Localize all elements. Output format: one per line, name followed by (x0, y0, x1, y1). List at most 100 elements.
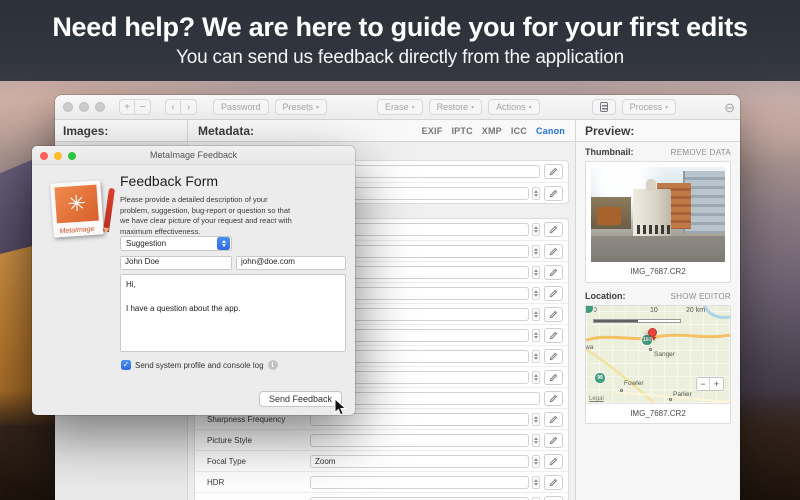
dialog-titlebar[interactable]: MetaImage Feedback (32, 146, 355, 165)
pencil-icon (549, 373, 558, 381)
map-zoom-in-button[interactable]: + (710, 378, 723, 390)
metadata-value-field[interactable] (310, 433, 529, 447)
dialog-title: MetaImage Feedback (149, 150, 238, 160)
value-stepper[interactable] (532, 328, 540, 342)
value-stepper[interactable] (532, 286, 540, 300)
value-stepper[interactable] (532, 412, 540, 426)
tab-canon[interactable]: Canon (536, 126, 565, 136)
value-stepper[interactable] (532, 433, 540, 447)
edit-field-button[interactable] (544, 243, 563, 259)
metadata-panel-title: Metadata: (198, 123, 255, 138)
dialog-window-controls (40, 152, 76, 160)
process-label: Process (629, 102, 663, 112)
edit-field-button[interactable] (544, 327, 563, 343)
minimize-window-button[interactable] (79, 102, 89, 112)
edit-field-button[interactable] (544, 432, 563, 448)
tab-xmp[interactable]: XMP (482, 126, 502, 136)
metadata-value-field[interactable] (310, 475, 529, 489)
value-stepper[interactable] (532, 186, 540, 200)
tab-iptc[interactable]: IPTC (451, 126, 472, 136)
window-controls[interactable] (63, 102, 105, 112)
metadata-row-label: Focal Type (207, 456, 246, 466)
pencil-icon (549, 415, 558, 423)
town-label-fowler: Fowler (624, 380, 644, 387)
edit-field-button[interactable] (544, 285, 563, 301)
close-window-button[interactable] (63, 102, 73, 112)
send-feedback-button[interactable]: Send Feedback (258, 391, 342, 407)
edit-field-button[interactable] (544, 264, 563, 280)
edit-field-button[interactable] (544, 306, 563, 322)
message-textarea[interactable]: Hi, I have a question about the app. (120, 274, 346, 352)
location-map[interactable]: 0 10 20 km 180 99 alwa Sanger Fowler Par… (586, 306, 730, 403)
metadata-row: Focal Type Zoom (195, 450, 568, 471)
metadata-value-field[interactable] (310, 496, 529, 500)
email-field[interactable]: john@doe.com (236, 256, 346, 270)
edit-field-button[interactable] (544, 348, 563, 364)
zoom-dialog-button[interactable] (68, 152, 76, 160)
value-stepper[interactable] (532, 244, 540, 258)
restore-button[interactable]: Restore ▾ (428, 99, 483, 115)
main-toolbar: + − ‹ › Password Presets ▾ Erase ▾ Restore… (55, 95, 740, 120)
back-button[interactable]: ‹ (165, 99, 181, 115)
metadata-value-field[interactable]: Zoom (310, 454, 529, 468)
town-dot (620, 389, 623, 392)
edit-field-button[interactable] (544, 453, 563, 469)
feedback-category-select[interactable]: Suggestion (120, 236, 232, 251)
forward-button[interactable]: › (181, 99, 197, 115)
view-options-button[interactable] (591, 99, 616, 115)
edit-field-button[interactable] (544, 390, 563, 406)
banner-subtitle: You can send us feedback directly from t… (176, 47, 624, 68)
value-stepper[interactable] (532, 307, 540, 321)
pencil-icon (549, 189, 558, 197)
map-legal-link[interactable]: Legal (589, 396, 604, 402)
close-dialog-button[interactable] (40, 152, 48, 160)
route-99-shield-icon: 99 (594, 372, 606, 384)
info-icon[interactable]: i (267, 360, 278, 370)
value-stepper[interactable] (532, 496, 540, 500)
panel-header-row: Images: Metadata: EXIF IPTC XMP ICC Canon Pr… (55, 120, 740, 142)
edit-field-button[interactable] (544, 164, 563, 179)
feedback-form-heading: Feedback Form (120, 173, 219, 189)
zoom-window-button[interactable] (95, 102, 105, 112)
thumbnail-card: IMG_7687.CR2 (585, 161, 731, 283)
name-field[interactable]: John Doe (120, 256, 232, 270)
map-zoom-out-button[interactable]: − (697, 378, 710, 390)
map-zoom-controls: − + (696, 377, 724, 391)
flower-icon: ✳ (66, 190, 87, 217)
presets-button[interactable]: Presets ▾ (274, 99, 328, 115)
edit-field-button[interactable] (544, 185, 563, 201)
value-stepper[interactable] (532, 223, 540, 236)
edit-field-button[interactable] (544, 411, 563, 427)
value-stepper[interactable] (532, 265, 540, 279)
photo-street (591, 236, 725, 262)
actions-button[interactable]: Actions ▾ (488, 99, 540, 115)
thumbnail-photo[interactable] (591, 167, 725, 262)
pencil-icon (549, 394, 558, 402)
show-editor-button[interactable]: SHOW EDITOR (671, 292, 732, 301)
pencil-icon (549, 331, 558, 339)
erase-all-icon[interactable]: ⊖ (724, 101, 735, 114)
preview-panel-title: Preview: (585, 123, 635, 138)
password-button[interactable]: Password (213, 99, 269, 115)
tab-exif[interactable]: EXIF (422, 126, 443, 136)
add-image-button[interactable]: + (119, 99, 135, 115)
remove-data-button[interactable]: REMOVE DATA (671, 148, 731, 157)
value-stepper[interactable] (532, 475, 540, 489)
tab-icc[interactable]: ICC (511, 126, 527, 136)
value-stepper[interactable] (532, 370, 540, 384)
presets-label: Presets (282, 102, 314, 112)
pencil-icon (549, 436, 558, 444)
remove-image-button[interactable]: − (135, 99, 151, 115)
town-label-sanger: Sanger (654, 351, 675, 358)
value-stepper[interactable] (532, 454, 540, 468)
map-pin-icon[interactable] (648, 328, 657, 341)
edit-field-button[interactable] (544, 474, 563, 490)
edit-field-button[interactable] (544, 369, 563, 385)
value-stepper[interactable] (532, 349, 540, 363)
erase-button[interactable]: Erase ▾ (377, 99, 423, 115)
process-button[interactable]: Process ▾ (621, 99, 677, 115)
edit-field-button[interactable] (544, 495, 563, 500)
minimize-dialog-button[interactable] (54, 152, 62, 160)
send-profile-checkbox[interactable]: ✓ (121, 360, 131, 370)
edit-field-button[interactable] (544, 222, 563, 237)
